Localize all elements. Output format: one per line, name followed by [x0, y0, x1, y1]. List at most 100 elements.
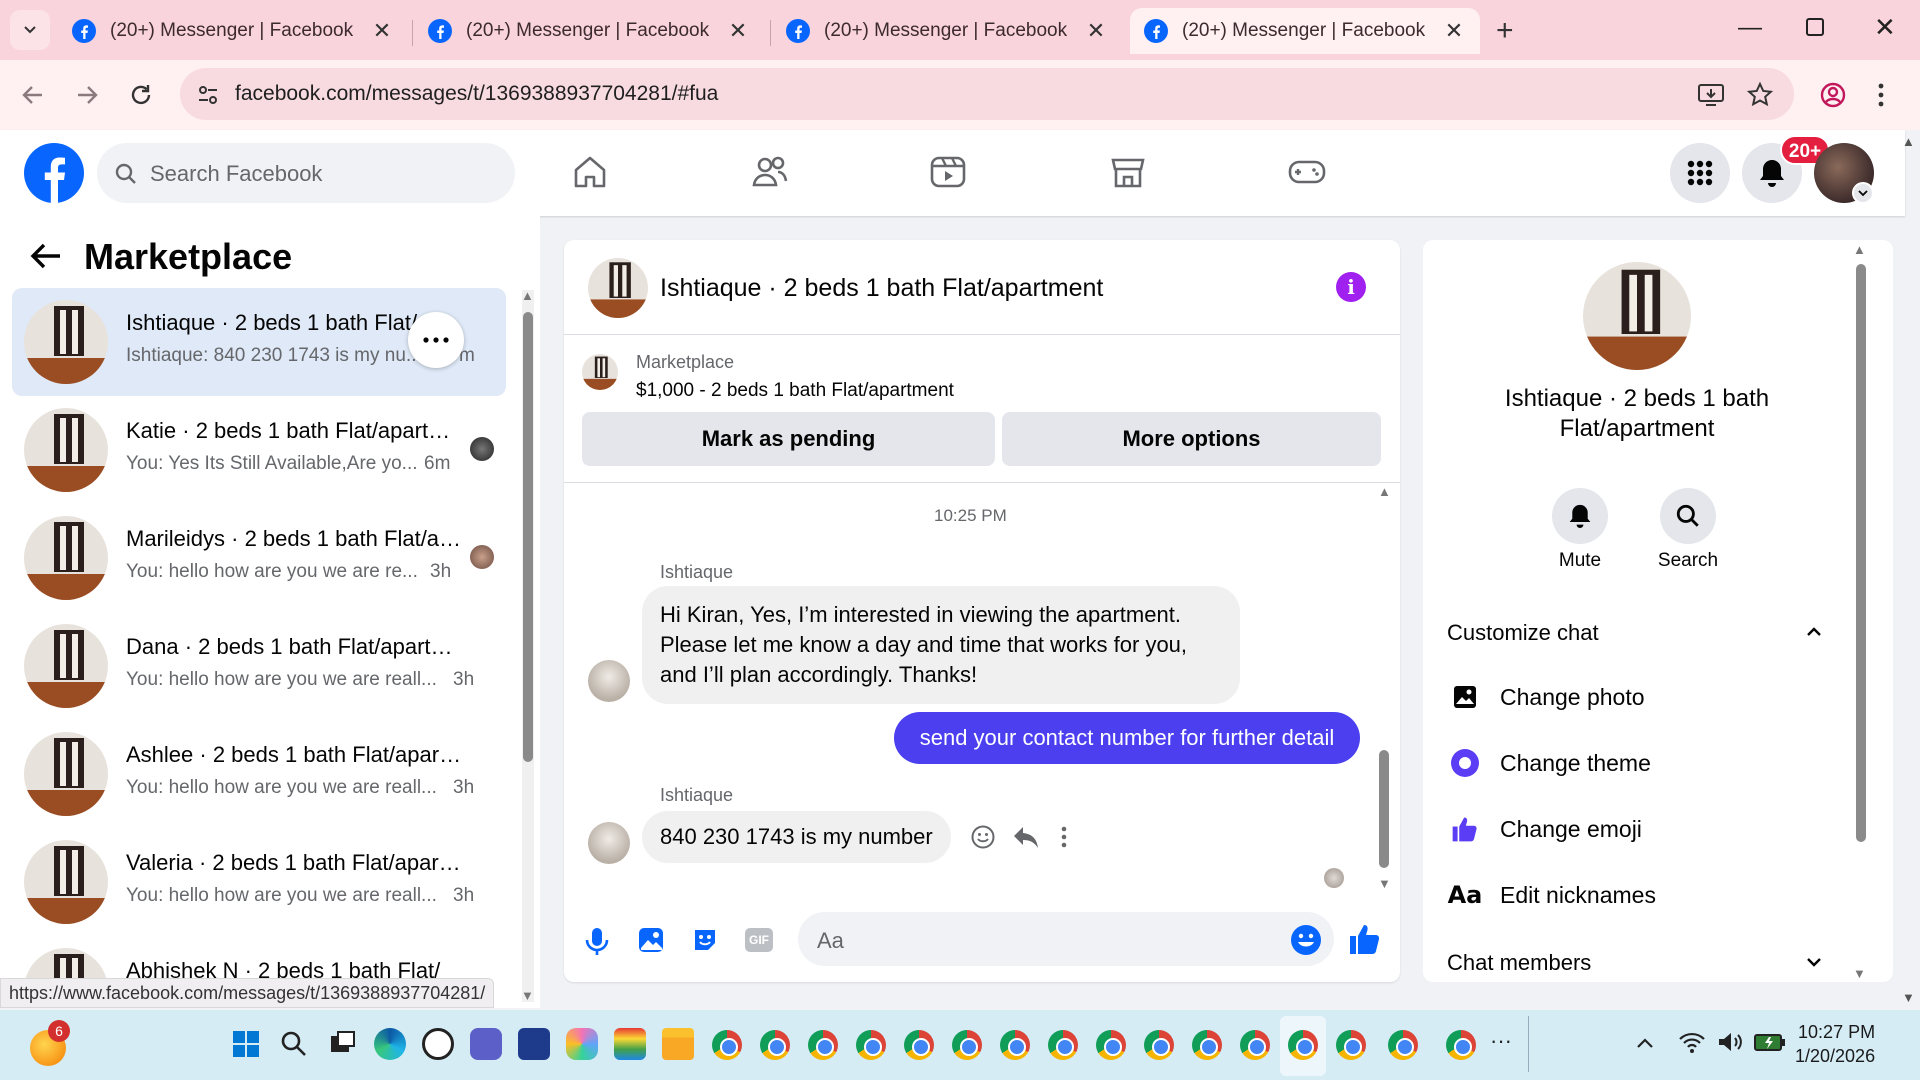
file-explorer-icon[interactable] [662, 1028, 694, 1060]
reload-icon[interactable] [128, 82, 154, 108]
copilot-icon[interactable] [566, 1028, 598, 1060]
microphone-icon[interactable] [584, 926, 610, 956]
chrome-taskbar-icon[interactable] [712, 1030, 742, 1060]
forward-icon[interactable] [74, 82, 100, 108]
chrome-taskbar-icon[interactable] [1388, 1030, 1418, 1060]
bookmark-star-icon[interactable] [1746, 81, 1774, 109]
video-icon[interactable] [928, 152, 968, 192]
incoming-message-bubble[interactable]: Hi Kiran, Yes, I’m interested in viewing… [642, 586, 1240, 704]
chrome-taskbar-icon[interactable] [1446, 1030, 1476, 1060]
browser-tab[interactable]: (20+) Messenger | Facebook ✕ [414, 8, 764, 54]
marketplace-icon[interactable] [1108, 152, 1148, 192]
account-chevron-icon[interactable] [1852, 182, 1874, 204]
chevron-up-icon[interactable] [1806, 626, 1822, 638]
browser-tab-active[interactable]: (20+) Messenger | Facebook ✕ [1130, 8, 1480, 54]
chrome-taskbar-icon[interactable] [760, 1030, 790, 1060]
incoming-message-bubble[interactable]: 840 230 1743 is my number [642, 811, 951, 863]
install-app-icon[interactable] [1697, 82, 1725, 108]
chrome-taskbar-icon[interactable] [1240, 1030, 1270, 1060]
page-scroll-down-arrow[interactable]: ▼ [1902, 990, 1915, 1005]
task-view-icon[interactable] [326, 1028, 358, 1060]
more-vertical-icon[interactable] [1060, 826, 1068, 848]
more-apps-icon[interactable]: ··· [1490, 1028, 1512, 1054]
wifi-icon[interactable] [1678, 1030, 1706, 1054]
tab-search-button[interactable] [10, 10, 50, 50]
chat-members-header[interactable]: Chat members [1447, 950, 1591, 976]
chrome-taskbar-icon[interactable] [808, 1030, 838, 1060]
chat-title[interactable]: Ishtiaque · 2 beds 1 bath Flat/apartment [660, 274, 1103, 303]
outgoing-message-bubble[interactable]: send your contact number for further det… [894, 712, 1360, 764]
back-arrow-icon[interactable] [30, 242, 62, 270]
gaming-icon[interactable] [1287, 152, 1327, 192]
chevron-down-icon[interactable] [1806, 956, 1822, 968]
gif-icon[interactable]: GIF [745, 928, 773, 952]
chrome-taskbar-icon[interactable] [1144, 1030, 1174, 1060]
change-theme-item[interactable]: Change theme [1450, 748, 1651, 778]
listing-thumbnail[interactable] [582, 354, 618, 390]
customize-chat-header[interactable]: Customize chat [1447, 620, 1599, 646]
system-clock[interactable]: 10:27 PM 1/20/2026 [1795, 1020, 1875, 1068]
menu-kebab-icon[interactable] [1876, 82, 1886, 108]
chrome-taskbar-icon[interactable] [1048, 1030, 1078, 1060]
chrome-taskbar-icon[interactable] [904, 1030, 934, 1060]
back-icon[interactable] [20, 82, 46, 108]
volume-icon[interactable] [1716, 1030, 1744, 1054]
scroll-up-arrow[interactable]: ▲ [1378, 484, 1391, 499]
whatsapp-icon[interactable] [422, 1028, 454, 1060]
change-photo-item[interactable]: Change photo [1450, 682, 1645, 712]
change-emoji-item[interactable]: Change emoji [1450, 814, 1642, 844]
minimize-button[interactable]: — [1738, 14, 1762, 42]
new-tab-button[interactable]: + [1496, 14, 1514, 48]
profile-icon[interactable] [1819, 81, 1847, 109]
scroll-down-arrow[interactable]: ▼ [521, 988, 534, 1003]
battery-icon[interactable] [1754, 1032, 1786, 1052]
facebook-logo-icon[interactable] [24, 143, 84, 203]
browser-tab[interactable]: (20+) Messenger | Facebook ✕ [772, 8, 1122, 54]
chrome-taskbar-icon[interactable] [856, 1030, 886, 1060]
conversation-info-button[interactable]: i [1336, 272, 1366, 302]
teams-icon[interactable] [470, 1028, 502, 1060]
sticker-icon[interactable] [691, 926, 719, 954]
close-icon[interactable]: ✕ [1442, 18, 1466, 44]
mute-button[interactable] [1552, 488, 1608, 544]
site-info-icon[interactable] [196, 83, 220, 107]
chat-scrollbar-thumb[interactable] [1379, 750, 1389, 868]
close-icon[interactable]: ✕ [726, 18, 750, 44]
scroll-up-arrow[interactable]: ▲ [1853, 242, 1866, 257]
scroll-up-arrow[interactable]: ▲ [521, 288, 534, 303]
conversation-options-button[interactable] [408, 312, 464, 368]
close-icon[interactable]: ✕ [1084, 18, 1108, 44]
friends-icon[interactable] [750, 152, 790, 192]
react-emoji-icon[interactable] [970, 824, 996, 850]
photo-icon[interactable] [637, 926, 665, 954]
layers-app-icon[interactable] [614, 1028, 646, 1060]
reply-icon[interactable] [1012, 824, 1040, 850]
message-input[interactable] [798, 912, 1334, 966]
menu-button[interactable] [1670, 143, 1730, 203]
emoji-icon[interactable] [1290, 924, 1322, 956]
more-options-button[interactable]: More options [1002, 412, 1381, 466]
edge-icon[interactable] [374, 1028, 406, 1060]
chrome-taskbar-icon[interactable] [1336, 1030, 1366, 1060]
sidebar-scrollbar-thumb[interactable] [523, 312, 533, 762]
browser-tab[interactable]: (20+) Messenger | Facebook ✕ [58, 8, 408, 54]
thumbs-up-icon[interactable] [1348, 922, 1382, 956]
restore-button[interactable] [1806, 18, 1824, 36]
store-icon[interactable] [518, 1028, 550, 1060]
chrome-taskbar-icon[interactable] [1096, 1030, 1126, 1060]
edit-nicknames-item[interactable]: Aa Edit nicknames [1448, 880, 1656, 910]
close-icon[interactable]: ✕ [370, 18, 394, 44]
page-scroll-up-arrow[interactable]: ▲ [1902, 134, 1915, 149]
scroll-down-arrow[interactable]: ▼ [1378, 876, 1391, 891]
home-icon[interactable] [570, 152, 610, 192]
system-tray-chevron-icon[interactable] [1636, 1036, 1654, 1050]
chrome-taskbar-icon[interactable] [1288, 1030, 1318, 1060]
info-scrollbar-thumb[interactable] [1856, 264, 1866, 842]
chrome-taskbar-icon[interactable] [1000, 1030, 1030, 1060]
taskbar-search-icon[interactable] [278, 1028, 310, 1060]
search-in-chat-button[interactable] [1660, 488, 1716, 544]
close-window-button[interactable]: ✕ [1874, 12, 1896, 43]
mark-as-pending-button[interactable]: Mark as pending [582, 412, 995, 466]
url-text[interactable]: facebook.com/messages/t/1369388937704281… [235, 82, 718, 106]
scroll-down-arrow[interactable]: ▼ [1853, 966, 1866, 981]
